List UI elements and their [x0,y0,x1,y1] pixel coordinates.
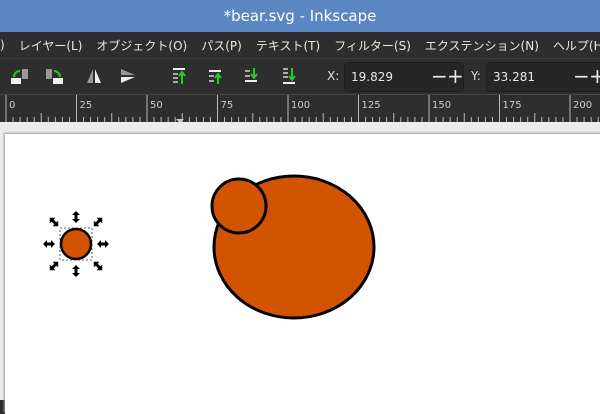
x-label: X: [327,69,340,83]
menu-bar: ) レイヤー(L) オブジェクト(O) パス(P) テキスト(T) フィルター(… [0,32,600,58]
drawing[interactable] [0,122,600,400]
flip-horizontal-icon[interactable] [84,67,104,85]
scale-handle-icon[interactable] [47,215,61,229]
rotate-ccw-icon[interactable] [10,67,30,85]
ruler-ticks: 0 25 50 75 100 125 150 175 200 [5,95,599,123]
menu-item-path[interactable]: パス(P) [201,37,242,54]
scale-handle-icon[interactable] [72,265,80,277]
x-increment-button[interactable]: + [447,63,464,89]
rotate-cw-icon[interactable] [44,67,64,85]
menu-item-text[interactable]: テキスト(T) [256,37,320,54]
menu-item-help[interactable]: ヘルプ(H) [553,37,600,54]
y-input[interactable]: 33.281 [493,63,535,91]
y-field: 33.281 − + [486,62,600,92]
canvas[interactable] [0,122,600,414]
selected-circle[interactable] [59,227,93,261]
ruler-label: 75 [221,100,234,111]
lower-icon[interactable] [242,67,262,85]
ruler-label: 200 [573,100,592,111]
x-field: 19.829 − + [344,62,464,92]
ruler-label: 150 [432,100,451,111]
menu-item-filters[interactable]: フィルター(S) [334,37,411,54]
ruler-label: 175 [503,100,522,111]
scale-handle-icon[interactable] [43,240,55,248]
ruler-label: 125 [362,100,381,111]
x-decrement-button[interactable]: − [431,63,448,89]
raise-to-top-icon[interactable] [170,67,190,85]
horizontal-ruler[interactable]: 0 25 50 75 100 125 150 175 200 [0,94,600,123]
ruler-label: 0 [9,100,15,111]
menu-item-layer[interactable]: レイヤー(L) [19,37,83,54]
y-increment-button[interactable]: + [589,63,600,89]
scale-handle-icon[interactable] [47,259,61,273]
head-circle[interactable] [210,177,268,235]
menu-item-view[interactable]: ) [0,38,5,52]
scale-handle-icon[interactable] [72,211,80,223]
menu-item-object[interactable]: オブジェクト(O) [96,37,187,54]
tool-controls-bar: X: 19.829 − + Y: 33.281 − + [0,58,600,94]
menu-item-extensions[interactable]: エクステンション(N) [425,37,539,54]
scale-handle-icon[interactable] [91,259,105,273]
x-input[interactable]: 19.829 [351,63,393,91]
ruler-label: 50 [150,100,163,111]
ruler-label: 100 [291,100,310,111]
window-title: *bear.svg - Inkscape [0,0,600,32]
raise-icon[interactable] [206,67,226,85]
y-label: Y: [471,69,481,83]
flip-vertical-icon[interactable] [118,67,138,85]
y-decrement-button[interactable]: − [573,63,590,89]
scale-handle-icon[interactable] [97,240,109,248]
lower-to-bottom-icon[interactable] [280,67,300,85]
scale-handle-icon[interactable] [91,215,105,229]
ruler-label: 25 [80,100,93,111]
